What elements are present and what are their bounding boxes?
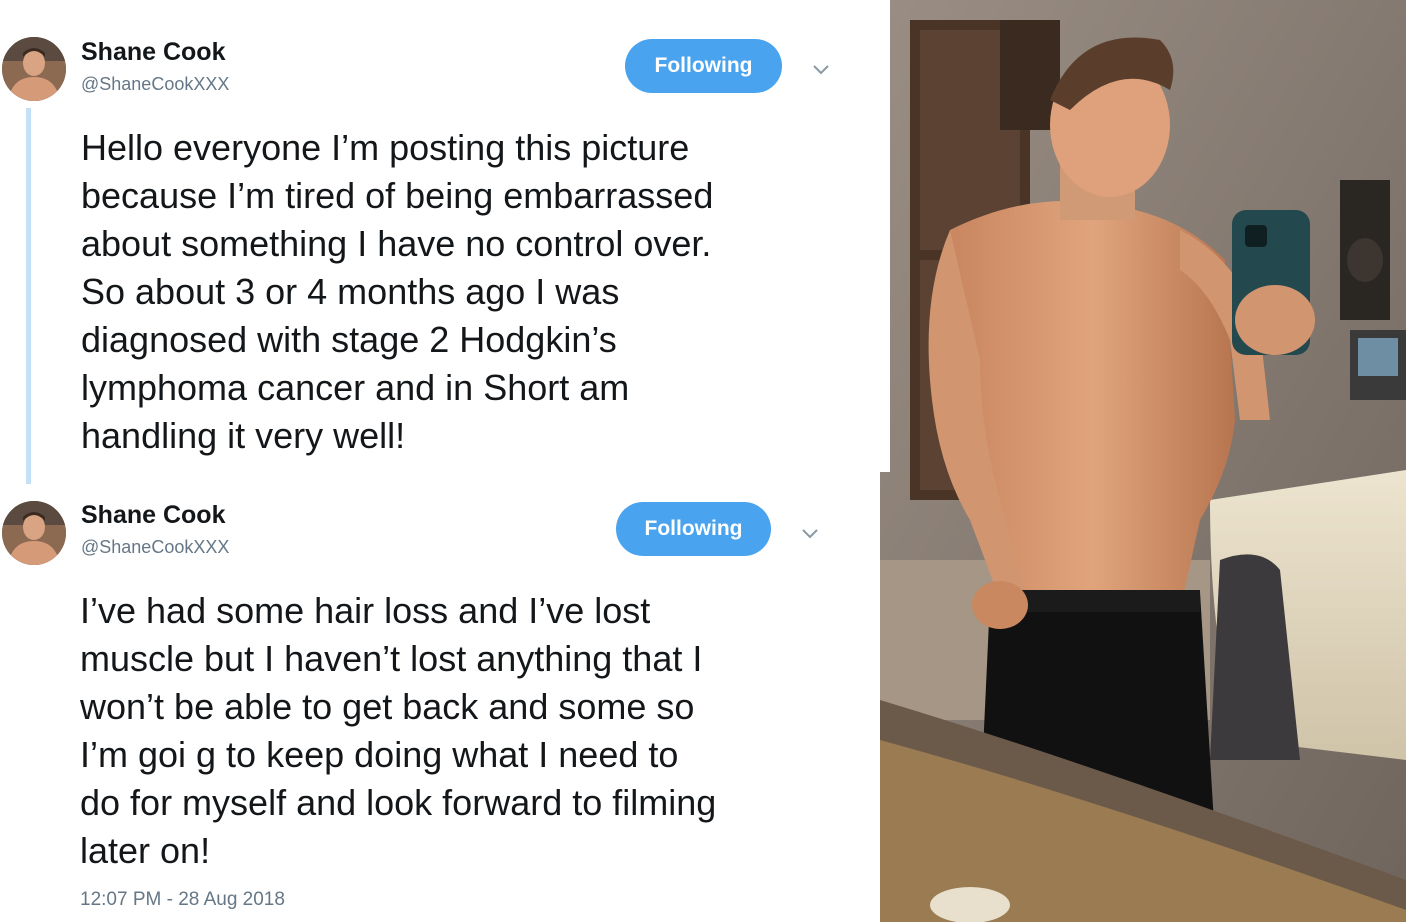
user-handle[interactable]: @ShaneCookXXX bbox=[81, 74, 229, 95]
avatar[interactable] bbox=[2, 501, 66, 565]
following-button[interactable]: Following bbox=[616, 502, 771, 556]
tweet-text-line: handling it very well! bbox=[81, 415, 406, 456]
tweet-text-line: lymphoma cancer and in Short am bbox=[81, 367, 630, 408]
following-button[interactable]: Following bbox=[625, 39, 782, 93]
tweet-text-line: won’t be able to get back and some so bbox=[80, 686, 695, 727]
tweet-text-line: Hello everyone I’m posting this picture bbox=[81, 127, 690, 168]
tweet-text: I’ve had some hair loss and I’ve lost mu… bbox=[80, 587, 716, 875]
tweet-text: Hello everyone I’m posting this picture … bbox=[81, 124, 713, 460]
tweet-text-line: because I’m tired of being embarrassed bbox=[81, 175, 714, 216]
tweet-text-line: diagnosed with stage 2 Hodgkin’s bbox=[81, 319, 617, 360]
chevron-down-icon[interactable] bbox=[800, 526, 820, 540]
tweet-text-line: I’ve had some hair loss and I’ve lost bbox=[80, 590, 651, 631]
user-handle[interactable]: @ShaneCookXXX bbox=[81, 537, 229, 558]
tweet-timestamp[interactable]: 12:07 PM - 28 Aug 2018 bbox=[80, 889, 285, 911]
tweet-text-line: So about 3 or 4 months ago I was bbox=[81, 271, 620, 312]
tweet-text-line: muscle but I haven’t lost anything that … bbox=[80, 638, 703, 679]
tweet-text-line: about something I have no control over. bbox=[81, 223, 712, 264]
tweet-2: Shane Cook @ShaneCookXXX Following I’ve … bbox=[0, 480, 880, 922]
chevron-down-icon[interactable] bbox=[811, 62, 831, 76]
tweet-text-line: do for myself and look forward to filmin… bbox=[80, 782, 717, 823]
photo-white-strip bbox=[880, 0, 890, 472]
avatar[interactable] bbox=[2, 37, 66, 101]
display-name[interactable]: Shane Cook bbox=[81, 38, 225, 67]
attached-photo[interactable] bbox=[880, 0, 1406, 922]
display-name[interactable]: Shane Cook bbox=[81, 501, 225, 530]
tweet-1: Shane Cook @ShaneCookXXX Following Hello… bbox=[0, 0, 880, 484]
tweet-text-line: later on! bbox=[80, 830, 211, 871]
tweet-text-line: I’m goi g to keep doing what I need to bbox=[80, 734, 679, 775]
thread-connector bbox=[26, 108, 31, 484]
